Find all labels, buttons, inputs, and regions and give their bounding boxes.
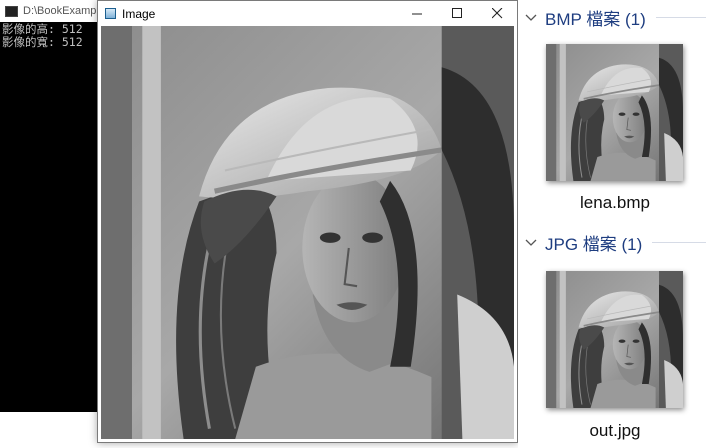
group-header-label: BMP 檔案 (1) [545,9,646,29]
console-window[interactable]: D:\BookExampleV 影像的高: 512 影像的寬: 512 [0,0,110,412]
portrait-image [101,26,514,439]
chevron-down-icon [525,14,537,21]
file-explorer-pane: BMP 檔案 (1) lena.bmp JPG 檔案 (1) out.jpg [518,0,712,448]
group-header-label: JPG 檔案 (1) [545,234,643,254]
file-thumbnail-bmp[interactable] [546,44,683,181]
displayed-image [101,26,514,439]
thumbnail-image [546,44,683,181]
group-divider [655,16,706,18]
group-divider [652,241,706,243]
image-app-icon [105,8,116,19]
file-name-jpg[interactable]: out.jpg [518,421,712,441]
close-icon [491,8,502,19]
console-titlebar[interactable]: D:\BookExampleV [0,0,110,22]
thumbnail-image [546,271,683,408]
file-name-bmp[interactable]: lena.bmp [518,193,712,213]
console-line: 影像的寬: 512 [2,35,83,49]
minimize-button[interactable] [397,1,437,26]
minimize-icon [411,13,422,15]
image-window-title: Image [122,6,156,21]
maximize-button[interactable] [437,1,477,26]
close-button[interactable] [477,1,517,26]
group-header-jpg[interactable]: JPG 檔案 (1) [518,227,712,257]
chevron-down-icon [525,239,537,246]
maximize-icon [451,8,462,18]
console-app-icon [5,5,18,17]
file-thumbnail-jpg[interactable] [546,271,683,408]
image-window[interactable]: Image [97,0,518,443]
console-output: 影像的高: 512 影像的寬: 512 [0,22,110,49]
image-window-titlebar[interactable]: Image [98,1,517,26]
group-header-bmp[interactable]: BMP 檔案 (1) [518,2,712,32]
